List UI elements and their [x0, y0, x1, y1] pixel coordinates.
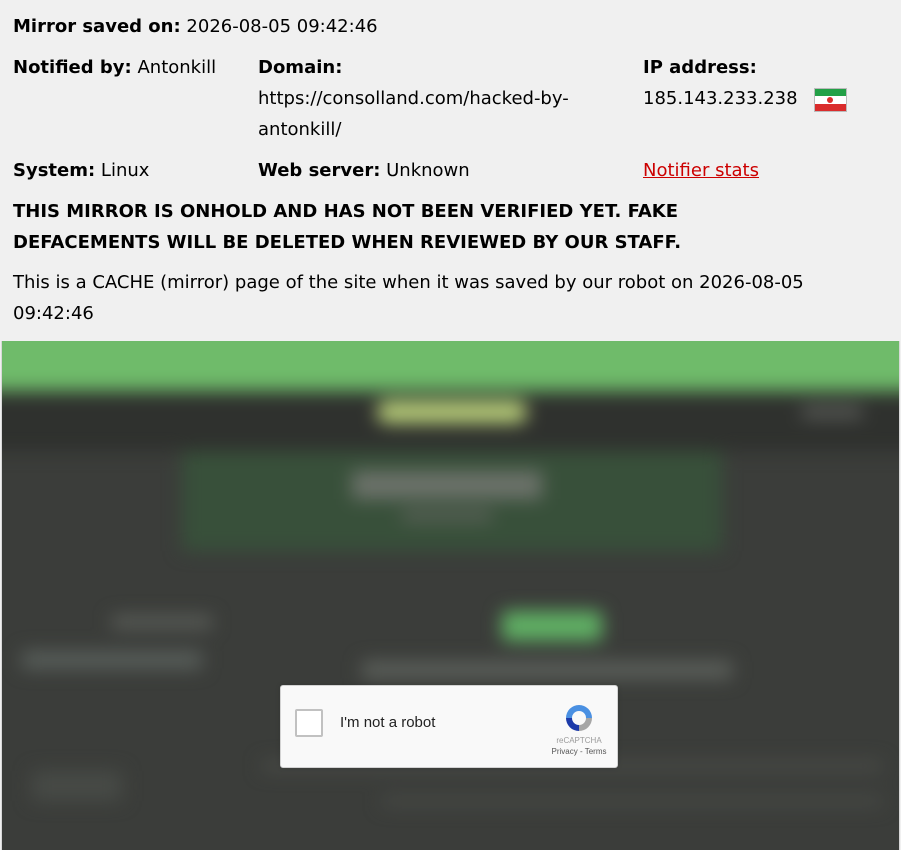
- domain-label: Domain:: [258, 57, 343, 78]
- onhold-warning-line2: DEFACEMENTS WILL BE DELETED WHEN REVIEWE…: [13, 232, 682, 253]
- system-value: Linux: [100, 160, 150, 181]
- saved-on-value: 2026-08-05 09:42:46: [186, 16, 378, 37]
- cache-note-line2: 09:42:46: [13, 303, 94, 324]
- saved-on-row: Mirror saved on: 2026-08-05 09:42:46: [13, 11, 378, 42]
- onhold-warning: THIS MIRROR IS ONHOLD AND HAS NOT BEEN V…: [13, 196, 873, 258]
- notified-by-row: Notified by: Antonkill: [13, 52, 216, 83]
- cache-note-line1: This is a CACHE (mirror) page of the sit…: [13, 272, 804, 293]
- domain-value-line2: antonkill/: [258, 119, 342, 140]
- mirror-info-panel: Mirror saved on: 2026-08-05 09:42:46 Not…: [0, 0, 901, 340]
- domain-block: Domain: https://consolland.com/hacked-by…: [258, 52, 569, 145]
- recaptcha-label: I'm not a robot: [340, 714, 436, 731]
- notified-by-value: Antonkill: [137, 57, 217, 78]
- system-label: System:: [13, 160, 96, 181]
- recaptcha-logo-icon: [566, 705, 592, 731]
- saved-on-label: Mirror saved on:: [13, 16, 181, 37]
- recaptcha-privacy-terms-link[interactable]: Privacy - Terms: [544, 747, 614, 756]
- notifier-stats-link[interactable]: Notifier stats: [643, 155, 759, 186]
- ip-label: IP address:: [643, 57, 757, 78]
- web-server-label: Web server:: [258, 160, 381, 181]
- recaptcha-brand: reCAPTCHA: [556, 736, 602, 745]
- domain-value-line1: https://consolland.com/hacked-by-: [258, 88, 569, 109]
- web-server-row: Web server: Unknown: [258, 155, 470, 186]
- ip-value: 185.143.233.238: [643, 88, 798, 109]
- system-row: System: Linux: [13, 155, 149, 186]
- mirror-preview-blurred: [1, 341, 900, 850]
- cache-note: This is a CACHE (mirror) page of the sit…: [13, 267, 883, 329]
- onhold-warning-line1: THIS MIRROR IS ONHOLD AND HAS NOT BEEN V…: [13, 201, 679, 222]
- recaptcha-checkbox[interactable]: [295, 709, 323, 737]
- notified-by-label: Notified by:: [13, 57, 132, 78]
- iran-flag-icon: [814, 88, 847, 112]
- recaptcha-widget: I'm not a robot reCAPTCHA Privacy - Term…: [280, 685, 618, 768]
- ip-block: IP address: 185.143.233.238: [643, 52, 798, 114]
- web-server-value: Unknown: [386, 160, 470, 181]
